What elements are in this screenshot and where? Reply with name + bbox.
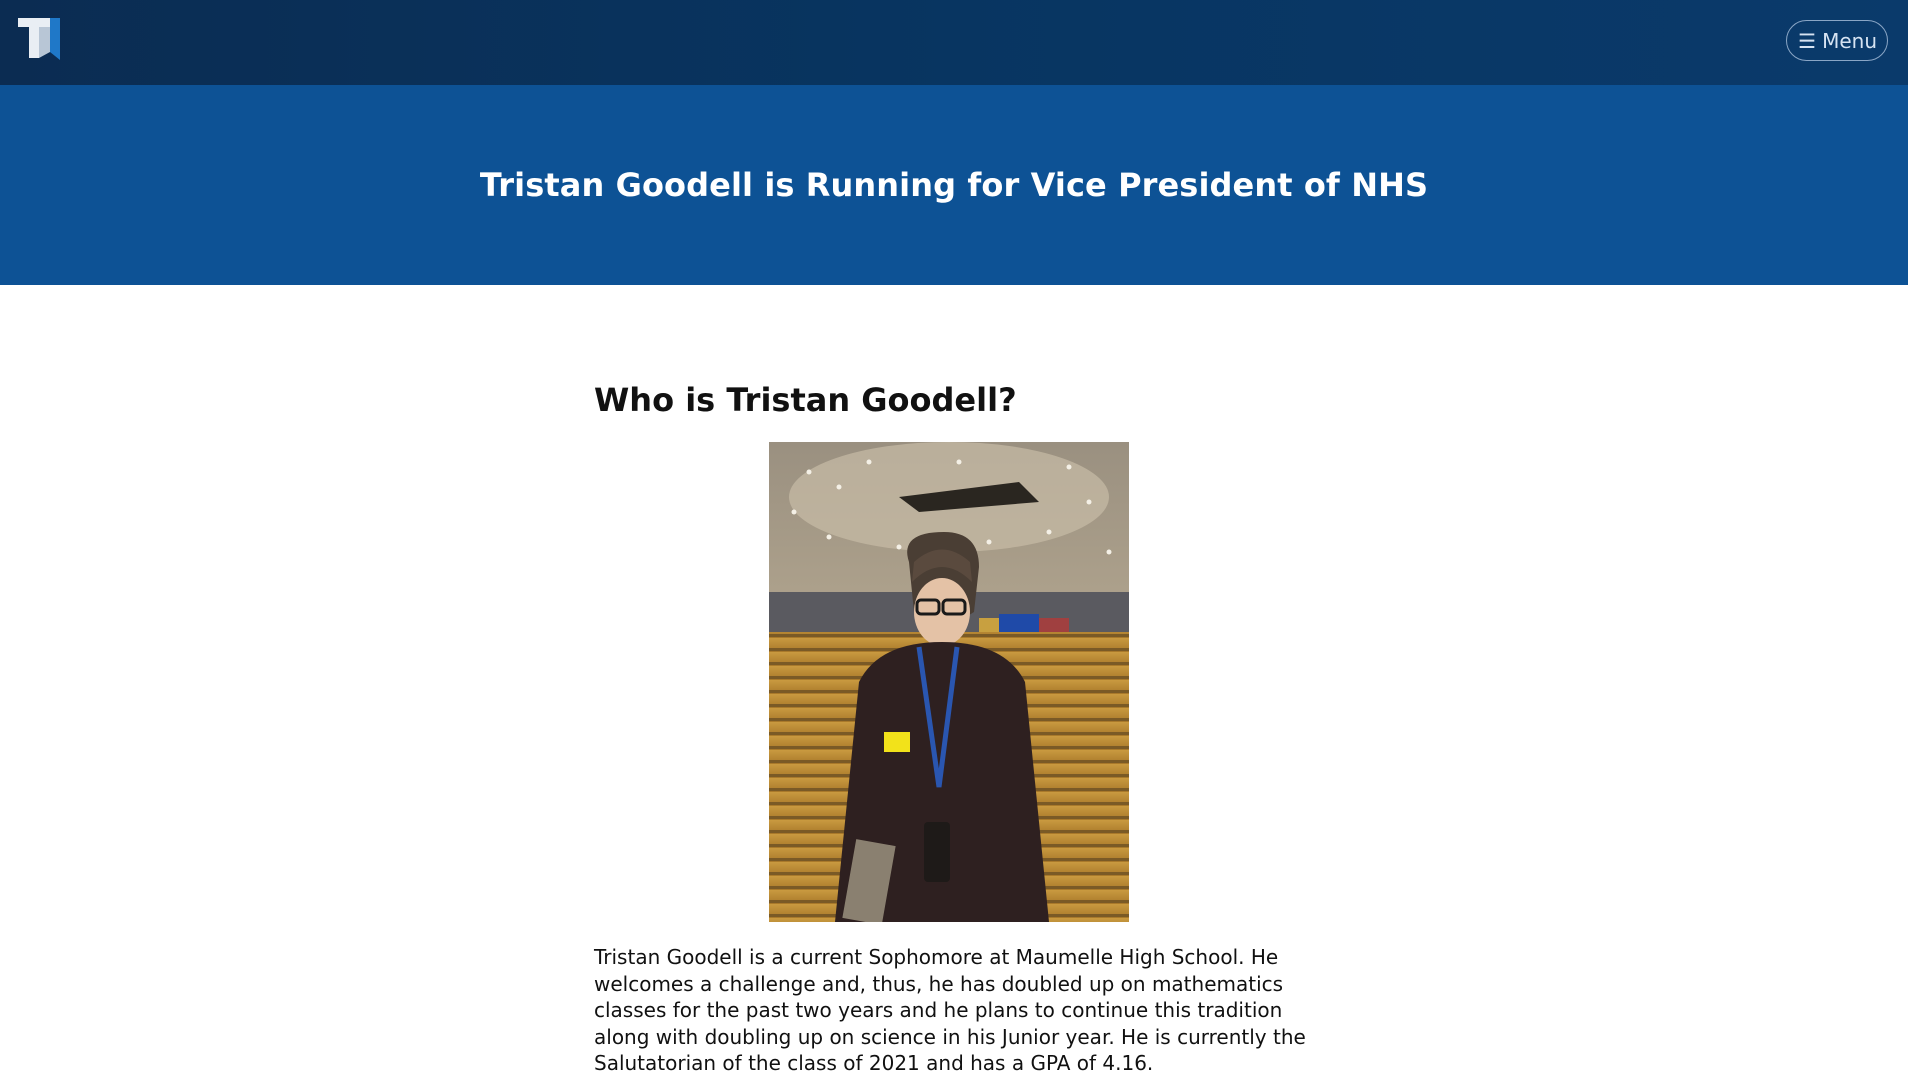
hamburger-menu-icon: ☰ — [1798, 28, 1817, 53]
t-logo-icon[interactable] — [18, 18, 64, 64]
page-title: Tristan Goodell is Running for Vice Pres… — [479, 165, 1429, 204]
hero-banner: Tristan Goodell is Running for Vice Pres… — [0, 85, 1908, 285]
main-content: Who is Tristan Goodell? Tristan Goodell … — [594, 374, 1324, 1077]
menu-button[interactable]: ☰ Menu — [1786, 20, 1888, 61]
candidate-photo — [769, 442, 1129, 922]
section-heading: Who is Tristan Goodell? — [594, 381, 1017, 419]
top-navbar: ☰ Menu — [0, 0, 1908, 85]
bio-paragraph: Tristan Goodell is a current Sophomore a… — [594, 945, 1306, 1076]
menu-button-label: Menu — [1822, 28, 1877, 53]
